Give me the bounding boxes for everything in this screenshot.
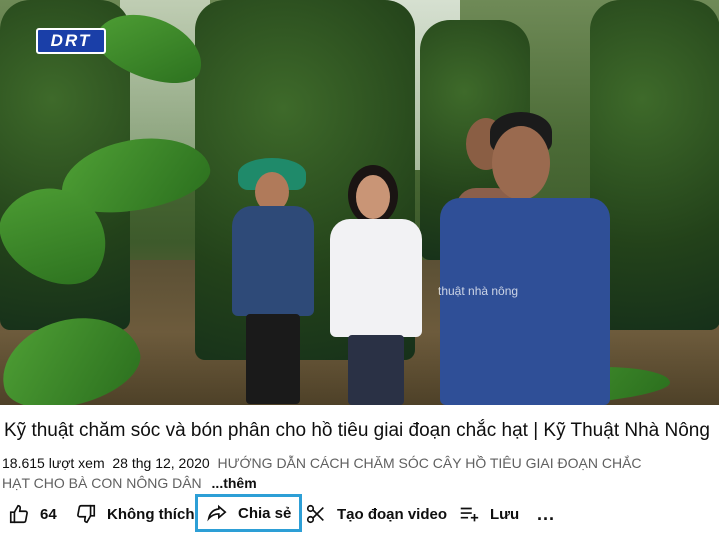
scissors-icon [306, 504, 324, 524]
share-button[interactable]: Chia sẻ [195, 494, 303, 532]
channel-logo: DRT [36, 28, 106, 54]
description-line-1: HƯỚNG DẪN CÁCH CHĂM SÓC CÂY HỒ TIÊU GIAI… [217, 455, 642, 471]
video-watermark: thuật nhà nông [438, 284, 519, 298]
show-more-link[interactable]: ...thêm [212, 475, 257, 491]
share-arrow-icon [207, 504, 227, 522]
upload-date: 28 thg 12, 2020 [112, 455, 210, 471]
video-title: Kỹ thuật chăm sóc và bón phân cho hồ tiê… [4, 420, 710, 441]
thumbs-down-icon [77, 504, 96, 524]
action-bar: 64 Không thích Chia sẻ Tạo đoạn video Lư… [0, 494, 719, 534]
view-count: 18.615 lượt xem [2, 455, 105, 471]
share-label: Chia sẻ [238, 504, 292, 522]
more-actions-button[interactable]: ... [537, 496, 555, 532]
save-label: Lưu [490, 505, 520, 523]
thumbs-up-icon [9, 504, 28, 524]
dislike-button[interactable]: Không thích [75, 496, 194, 532]
like-count: 64 [40, 505, 57, 523]
video-description[interactable]: 18.615 lượt xem 28 thg 12, 2020 HƯỚNG DẪ… [2, 453, 642, 493]
person-woman-hat [228, 150, 318, 405]
video-player[interactable]: DRT thuật nhà nông [0, 0, 719, 405]
description-line-2: HẠT CHO BÀ CON NÔNG DÂN [2, 475, 202, 491]
person-woman-white [328, 165, 424, 405]
clip-button[interactable]: Tạo đoạn video [305, 496, 447, 532]
save-button[interactable]: Lưu [458, 496, 519, 532]
dislike-label: Không thích [107, 505, 195, 523]
like-button[interactable]: 64 [8, 496, 57, 532]
add-to-playlist-icon [460, 507, 479, 522]
person-man-blue [430, 112, 610, 405]
clip-label: Tạo đoạn video [337, 505, 448, 523]
